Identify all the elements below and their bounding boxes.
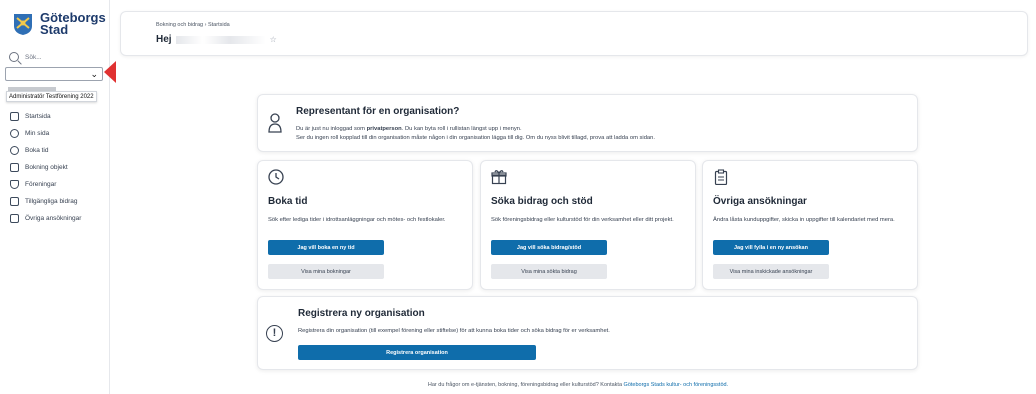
show-applications-button[interactable]: Visa mina inskickade ansökningar [713, 264, 829, 279]
representative-text-2: Ser du ingen roll kopplad till din organ… [296, 135, 655, 141]
role-tooltip: Administratör Testförening 2022 [6, 91, 97, 102]
annotation-arrow-icon [104, 61, 116, 83]
sidebar-item-tillgangliga-bidrag[interactable]: Tillgängliga bidrag [10, 193, 81, 210]
role-emphasis: privatperson [366, 126, 402, 132]
greeting-text: Hej [156, 34, 172, 45]
card-title: Övriga ansökningar [713, 196, 807, 207]
show-bookings-button[interactable]: Visa mina bokningar [268, 264, 384, 279]
sidebar-item-label: Startsida [25, 113, 51, 120]
search-icon [9, 52, 19, 62]
sidebar: Göteborgs Stad Sök... ⌄ Administratör Te… [0, 0, 116, 394]
search-input[interactable]: Sök... [25, 54, 42, 61]
role-select[interactable]: ⌄ [5, 67, 103, 81]
text-segment: Du är just nu inloggad som [296, 126, 365, 132]
sidebar-item-label: Boka tid [25, 147, 49, 154]
shield-icon [10, 180, 19, 189]
clipboard-icon [10, 214, 19, 223]
search[interactable]: Sök... [9, 52, 42, 62]
sidebar-item-bokning-objekt[interactable]: Bokning objekt [10, 159, 81, 176]
breadcrumb[interactable]: Bokning och bidrag › Startsida [156, 22, 230, 28]
sidebar-item-label: Föreningar [25, 181, 57, 188]
register-description: Registrera din organisation (till exempe… [298, 328, 610, 334]
gift-icon [491, 170, 507, 185]
card-description: Sök föreningsbidrag eller kulturstöd för… [491, 217, 674, 223]
page-header: Bokning och bidrag › Startsida Hej ☆ [120, 11, 1028, 56]
sidebar-item-foreningar[interactable]: Föreningar [10, 176, 81, 193]
clock-icon [268, 169, 284, 185]
sidebar-nav: Startsida Min sida Boka tid Bokning obje… [10, 108, 81, 227]
footer-contact-link[interactable]: Göteborgs Stads kultur- och föreningsstö… [624, 382, 729, 388]
card-title: Boka tid [268, 196, 308, 207]
goteborg-crest-icon [14, 14, 32, 35]
sidebar-item-label: Tillgängliga bidrag [25, 198, 78, 205]
show-grants-button[interactable]: Visa mina sökta bidrag [491, 264, 607, 279]
card-description: Sök efter lediga tider i idrottsanläggni… [268, 217, 446, 223]
new-application-button[interactable]: Jag vill fylla i en ny ansökan [713, 240, 829, 255]
page-title: Hej ☆ [156, 34, 277, 45]
representative-text-1: Du är just nu inloggad som privatperson.… [296, 126, 522, 132]
sidebar-item-label: Min sida [25, 130, 50, 137]
sidebar-item-label: Övriga ansökningar [25, 215, 82, 222]
sidebar-item-boka-tid[interactable]: Boka tid [10, 142, 81, 159]
person-icon [268, 113, 282, 133]
sidebar-item-label: Bokning objekt [25, 164, 68, 171]
book-new-time-button[interactable]: Jag vill boka en ny tid [268, 240, 384, 255]
card-description: Ändra låsta kunduppgifter, skicka in upp… [713, 217, 895, 223]
card-title: Söka bidrag och stöd [491, 196, 593, 207]
register-organisation-button[interactable]: Registrera organisation [298, 345, 536, 360]
register-title: Registrera ny organisation [298, 308, 425, 319]
text-segment: . Du kan byta roll i rullistan längst up… [401, 126, 522, 132]
info-exclamation-icon: ! [266, 325, 283, 342]
chevron-down-icon: ⌄ [90, 69, 98, 79]
representative-title: Representant för en organisation? [296, 106, 460, 117]
building-icon [10, 163, 19, 172]
sidebar-item-startsida[interactable]: Startsida [10, 108, 81, 125]
logo-text: Göteborgs Stad [40, 11, 106, 37]
redacted-name [175, 35, 266, 44]
sidebar-item-min-sida[interactable]: Min sida [10, 125, 81, 142]
sidebar-item-ovriga-ansokningar[interactable]: Övriga ansökningar [10, 210, 81, 227]
clipboard-icon [714, 169, 728, 185]
logo[interactable]: Göteborgs Stad [12, 11, 106, 37]
service-card-boka-tid: Boka tid Sök efter lediga tider i idrott… [257, 160, 473, 290]
service-card-bidrag: Söka bidrag och stöd Sök föreningsbidrag… [480, 160, 696, 290]
representative-card: Representant för en organisation? Du är … [257, 94, 918, 152]
logo-line-2: Stad [40, 22, 69, 37]
home-icon [10, 112, 19, 121]
gift-icon [10, 197, 19, 206]
clock-icon [10, 146, 19, 155]
footer: Har du frågor om e-tjänsten, bokning, fö… [0, 382, 1036, 388]
footer-text: Har du frågor om e-tjänsten, bokning, fö… [427, 382, 623, 388]
register-card: ! Registrera ny organisation Registrera … [257, 296, 918, 370]
apply-grant-button[interactable]: Jag vill söka bidrag/stöd [491, 240, 607, 255]
favorite-star-icon[interactable]: ☆ [270, 35, 277, 44]
user-circle-icon [10, 129, 19, 138]
service-card-ovriga: Övriga ansökningar Ändra låsta kunduppgi… [702, 160, 918, 290]
